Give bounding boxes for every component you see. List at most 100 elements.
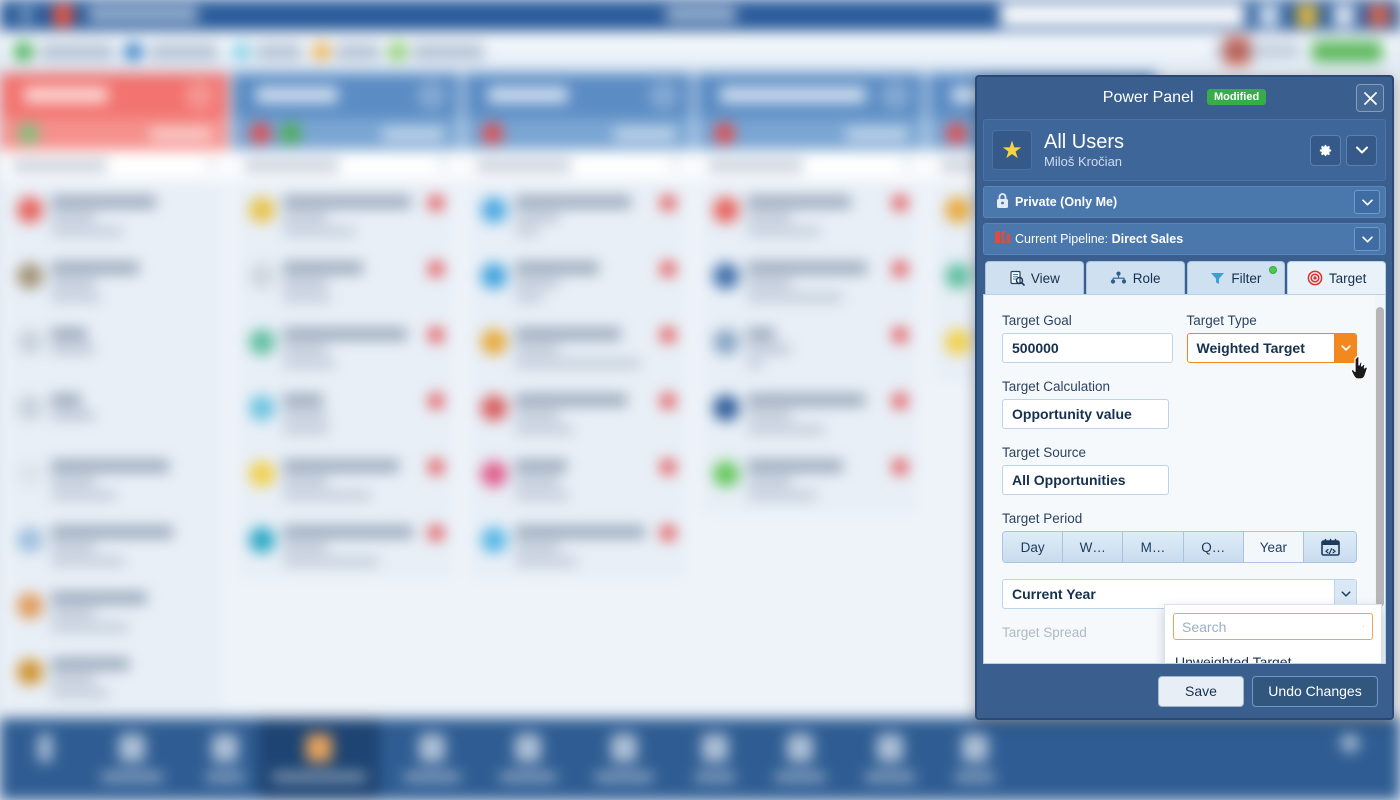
- global-search-input[interactable]: [1000, 4, 1245, 26]
- role-icon: [1110, 271, 1127, 285]
- user-name-label: [1215, 42, 1300, 58]
- column-summary: [696, 118, 924, 150]
- target-goal-label: Target Goal: [1002, 313, 1072, 328]
- search-input[interactable]: [1182, 618, 1363, 635]
- period-option-day[interactable]: Day: [1003, 532, 1064, 562]
- export-icon[interactable]: [312, 42, 331, 61]
- period-option-week[interactable]: W…: [1063, 532, 1124, 562]
- nav-item-contacts[interactable]: [478, 718, 578, 800]
- visibility-row[interactable]: Private (Only Me): [983, 186, 1386, 218]
- opportunity-card[interactable]: [472, 318, 684, 380]
- column-header: [696, 73, 924, 118]
- tab-view[interactable]: View: [985, 261, 1084, 294]
- opportunity-card[interactable]: [472, 252, 684, 314]
- column-filter[interactable]: [464, 150, 692, 180]
- target-type-group: Target Type Weighted Target: [1186, 313, 1357, 363]
- dropdown-option-unweighted[interactable]: Unweighted Target: [1165, 648, 1381, 663]
- import-icon[interactable]: [232, 42, 251, 61]
- tab-role-label: Role: [1132, 270, 1161, 286]
- target-type-dropdown-button[interactable]: [1334, 334, 1356, 362]
- opportunity-card[interactable]: [704, 252, 916, 314]
- opportunity-card[interactable]: [8, 318, 220, 380]
- export-button[interactable]: [336, 43, 380, 60]
- settings-button[interactable]: [1310, 134, 1341, 166]
- help-icon[interactable]: [1333, 5, 1355, 26]
- opportunity-card[interactable]: [240, 318, 452, 380]
- tab-filter[interactable]: Filter: [1186, 261, 1286, 294]
- pipeline-row[interactable]: Current Pipeline: Direct Sales: [983, 223, 1386, 255]
- period-option-year[interactable]: Year: [1243, 532, 1305, 562]
- target-goal-input[interactable]: 500000: [1002, 333, 1173, 363]
- period-option-month[interactable]: M…: [1123, 532, 1184, 562]
- calendar-icon: [1320, 538, 1340, 556]
- new-report-button[interactable]: [412, 43, 484, 60]
- column-filter[interactable]: [696, 150, 924, 180]
- tab-filter-label: Filter: [1231, 270, 1262, 286]
- nav-item-navigator[interactable]: [82, 718, 182, 800]
- period-option-quarter[interactable]: Q…: [1183, 532, 1244, 562]
- visibility-dropdown-button[interactable]: [1354, 190, 1380, 214]
- add-leads-button[interactable]: [150, 43, 218, 60]
- owner-dropdown-button[interactable]: [1346, 134, 1377, 166]
- nav-item-activities[interactable]: [574, 718, 674, 800]
- app-menu-icon[interactable]: [20, 7, 32, 23]
- opportunity-card[interactable]: [704, 186, 916, 248]
- target-calculation-select[interactable]: Opportunity value: [1002, 399, 1169, 429]
- tab-role[interactable]: Role: [1085, 261, 1185, 294]
- opportunity-card[interactable]: [8, 186, 220, 248]
- filter-icon: [1210, 271, 1225, 286]
- dropdown-search[interactable]: [1173, 613, 1373, 640]
- scrollbar-thumb[interactable]: [1376, 307, 1384, 607]
- new-report-icon[interactable]: [388, 42, 407, 61]
- pipeline-dropdown-button[interactable]: [1354, 227, 1380, 251]
- tab-view-label: View: [1030, 270, 1060, 286]
- import-button[interactable]: [256, 43, 302, 60]
- opportunity-card[interactable]: [240, 450, 452, 512]
- lock-icon: [989, 192, 1015, 213]
- notifications-icon[interactable]: [1296, 5, 1318, 26]
- opportunity-card[interactable]: [472, 186, 684, 248]
- opportunity-card[interactable]: [240, 516, 452, 578]
- opportunity-card[interactable]: [472, 384, 684, 446]
- opportunity-card[interactable]: [240, 186, 452, 248]
- opportunity-card[interactable]: [704, 318, 916, 380]
- opportunity-card[interactable]: [472, 516, 684, 578]
- opportunity-card[interactable]: [8, 252, 220, 314]
- create-new-button[interactable]: [40, 43, 114, 60]
- target-type-select[interactable]: Weighted Target: [1186, 333, 1357, 363]
- save-button[interactable]: Save: [1158, 675, 1244, 707]
- column-filter[interactable]: [0, 150, 228, 180]
- gear-icon: [1319, 144, 1332, 156]
- nav-item-settings[interactable]: [1300, 718, 1400, 800]
- opportunity-card[interactable]: [240, 384, 452, 446]
- page-title: Power Panel: [1102, 89, 1194, 106]
- nav-item-opportunities[interactable]: [258, 718, 380, 800]
- tab-target[interactable]: Target: [1287, 261, 1386, 294]
- opportunity-card[interactable]: [704, 384, 916, 446]
- nav-item-accounts[interactable]: [382, 718, 482, 800]
- nav-item-tasks[interactable]: [925, 718, 1025, 800]
- column-header: [0, 73, 228, 118]
- close-button[interactable]: [1356, 84, 1384, 112]
- contacts-icon[interactable]: [1258, 5, 1280, 26]
- opportunity-card[interactable]: [8, 450, 220, 512]
- opportunity-card[interactable]: [240, 252, 452, 314]
- opportunity-card[interactable]: [8, 648, 220, 710]
- target-source-select[interactable]: All Opportunities: [1002, 465, 1169, 495]
- opportunity-card[interactable]: [8, 582, 220, 644]
- nav-item-reports[interactable]: [750, 718, 850, 800]
- opportunity-card[interactable]: [472, 450, 684, 512]
- profile-icon[interactable]: [1368, 5, 1390, 26]
- opportunity-card[interactable]: [8, 384, 220, 446]
- upgrade-button[interactable]: [1312, 41, 1382, 62]
- nav-item-home[interactable]: [0, 718, 90, 800]
- target-period-group: Target Period Day W… M… Q… Year: [1002, 511, 1357, 563]
- add-leads-icon[interactable]: [124, 42, 143, 61]
- opportunity-card[interactable]: [8, 516, 220, 578]
- create-new-icon[interactable]: [14, 42, 33, 61]
- period-custom-range-button[interactable]: [1304, 532, 1356, 562]
- opportunity-card[interactable]: [704, 450, 916, 512]
- column-filter[interactable]: [232, 150, 460, 180]
- undo-changes-button[interactable]: Undo Changes: [1252, 675, 1378, 707]
- column-cards: [232, 180, 460, 718]
